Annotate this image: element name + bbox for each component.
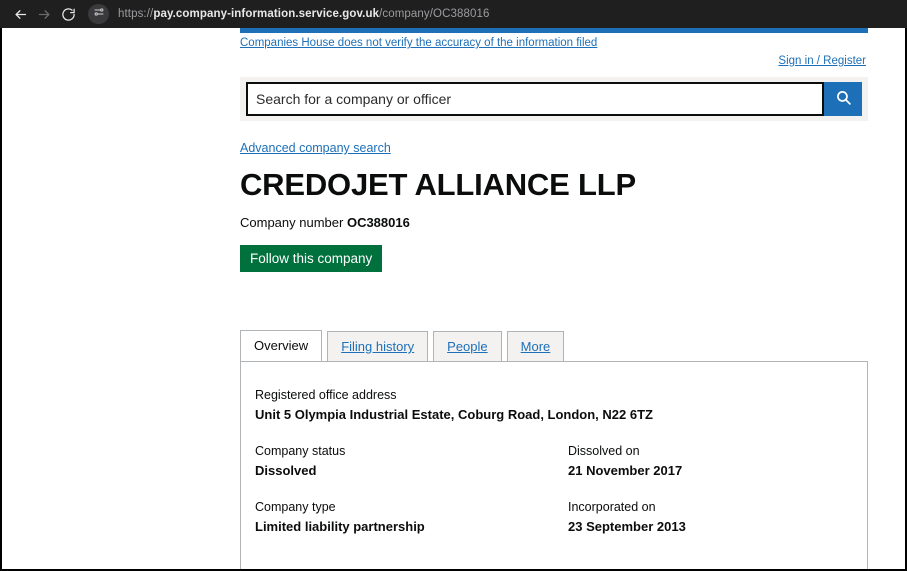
- incorporated-on-label: Incorporated on: [568, 500, 656, 514]
- site-settings-button[interactable]: [88, 4, 109, 24]
- site-settings-sliders-icon: [93, 5, 105, 23]
- overview-panel: Registered office address Unit 5 Olympia…: [240, 361, 868, 569]
- url-host: pay.company-information.service.gov.uk: [153, 8, 380, 20]
- company-number-label: Company number: [240, 215, 344, 230]
- company-status-block: Company status Dissolved: [255, 444, 554, 478]
- screen: https://pay.company-information.service.…: [0, 0, 907, 571]
- forward-button[interactable]: [32, 2, 56, 26]
- company-number-value: OC388016: [346, 215, 410, 230]
- sign-in-register-link[interactable]: Sign in / Register: [778, 55, 866, 67]
- registered-office-address-label: Registered office address: [255, 388, 397, 402]
- browser-toolbar: https://pay.company-information.service.…: [0, 0, 907, 28]
- url-text: https://pay.company-information.service.…: [118, 8, 489, 20]
- company-type-value: Limited liability partnership: [255, 519, 425, 534]
- service-blue-bar: [240, 28, 868, 33]
- url-scheme: https://: [118, 8, 154, 20]
- search-icon: [835, 89, 852, 109]
- dissolved-on-label: Dissolved on: [568, 444, 640, 458]
- tab-people[interactable]: People: [433, 331, 502, 361]
- page-title: CREDOJET ALLIANCE LLP: [240, 167, 636, 202]
- incorporated-on-block: Incorporated on 23 September 2013: [554, 500, 853, 534]
- tab-more[interactable]: More: [506, 331, 565, 361]
- search-bar: [240, 77, 868, 121]
- url-path: /company/OC388016: [379, 8, 490, 20]
- company-type-label: Company type: [255, 500, 336, 514]
- dissolved-on-value: 21 November 2017: [568, 463, 683, 478]
- search-input[interactable]: [246, 82, 824, 116]
- search-button[interactable]: [824, 82, 862, 116]
- dissolved-on-block: Dissolved on 21 November 2017: [554, 444, 853, 478]
- back-arrow-icon: [13, 7, 28, 22]
- registered-office-address-value: Unit 5 Olympia Industrial Estate, Coburg…: [255, 407, 653, 422]
- address-bar[interactable]: https://pay.company-information.service.…: [86, 4, 899, 24]
- forward-arrow-icon: [37, 7, 52, 22]
- company-tabs: Overview Filing history People More: [240, 330, 868, 361]
- tab-filing-history[interactable]: Filing history: [327, 331, 429, 361]
- status-badge: Dissolved: [255, 463, 317, 478]
- follow-company-button[interactable]: Follow this company: [240, 245, 383, 272]
- incorporated-on-value: 23 September 2013: [568, 519, 686, 534]
- reload-icon: [61, 7, 76, 22]
- page-content-column: Companies House does not verify the accu…: [238, 28, 870, 569]
- registered-office-address-block: Registered office address Unit 5 Olympia…: [255, 388, 853, 422]
- company-status-label: Company status: [255, 444, 346, 458]
- reload-button[interactable]: [56, 2, 80, 26]
- phase-banner-link[interactable]: Companies House does not verify the accu…: [240, 37, 597, 49]
- back-button[interactable]: [8, 2, 32, 26]
- company-number: Company number OC388016: [240, 215, 410, 230]
- tab-overview[interactable]: Overview: [240, 330, 323, 361]
- company-type-block: Company type Limited liability partnersh…: [255, 500, 554, 534]
- page-viewport: Companies House does not verify the accu…: [0, 28, 907, 571]
- advanced-company-search-link[interactable]: Advanced company search: [240, 141, 391, 155]
- status-row: Company status Dissolved Dissolved on 21…: [255, 444, 853, 478]
- type-row: Company type Limited liability partnersh…: [255, 500, 853, 534]
